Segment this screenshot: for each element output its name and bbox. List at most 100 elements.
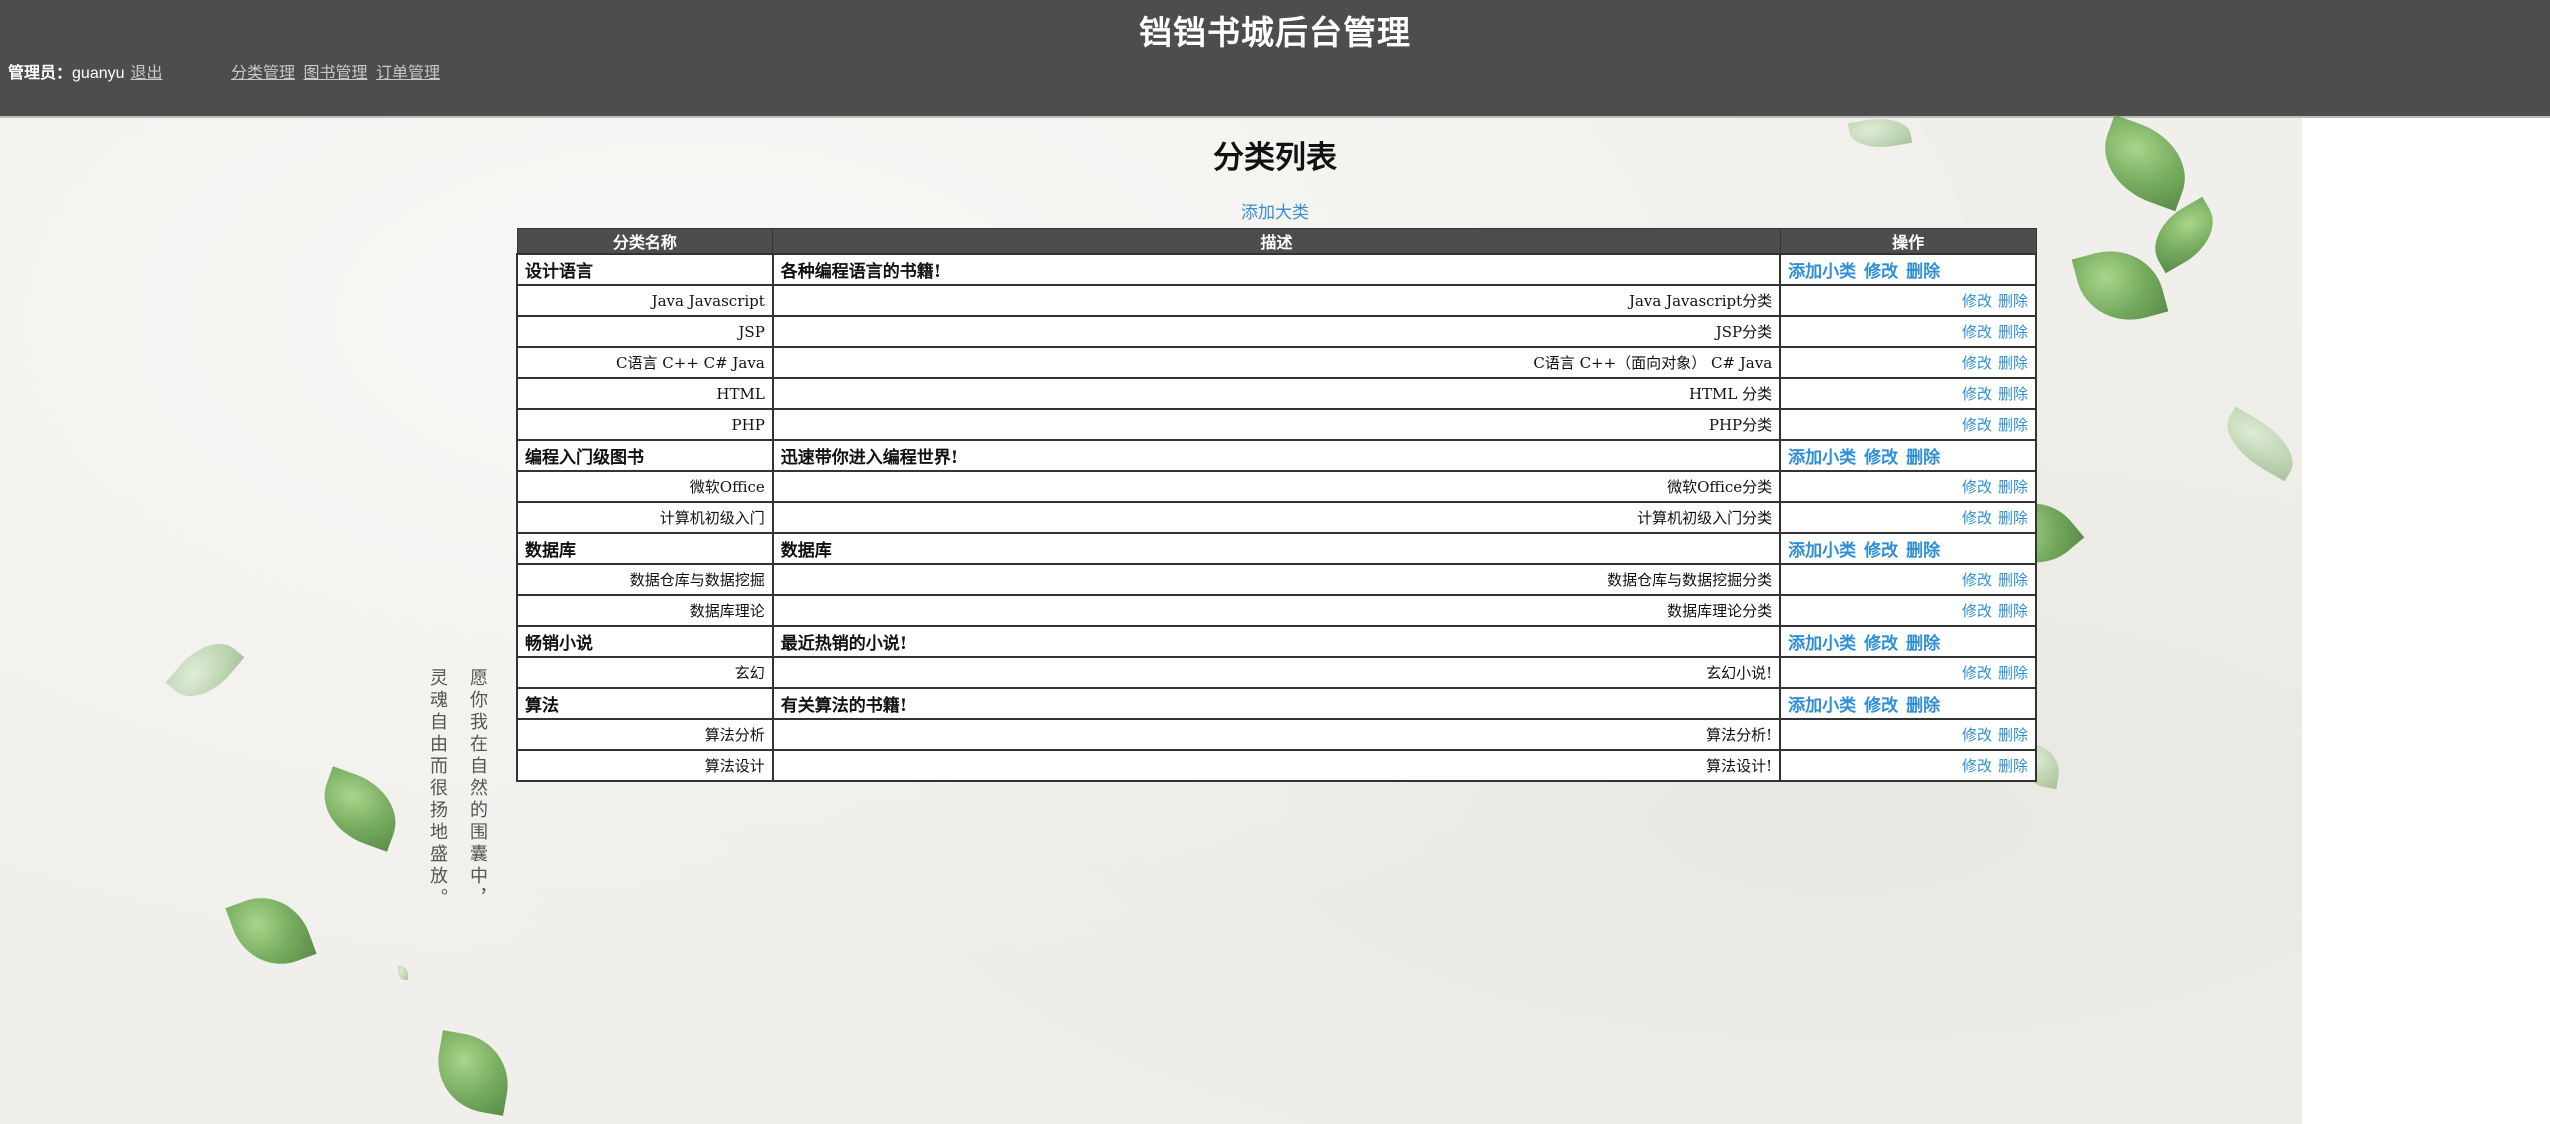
edit-link[interactable]: 修改: [1864, 541, 1898, 561]
admin-label: 管理员：: [8, 65, 73, 82]
delete-link[interactable]: 删除: [1906, 448, 1940, 468]
category-name-cell: 微软Office: [516, 470, 774, 503]
edit-link[interactable]: 修改: [1864, 262, 1898, 282]
poem-line-right: 愿你我在自然的围囊中，: [467, 668, 488, 910]
category-name-cell: 设计语言: [516, 253, 774, 286]
category-row-sub: 玄幻 玄幻小说! 修改 删除: [516, 656, 2037, 689]
delete-link[interactable]: 删除: [1998, 664, 2028, 682]
add-subcategory-link[interactable]: 添加小类: [1788, 696, 1856, 716]
category-row-sub: JSP JSP分类 修改 删除: [516, 315, 2037, 348]
delete-link[interactable]: 删除: [1906, 262, 1940, 282]
category-ops-cell: 添加小类 修改 删除: [1779, 439, 2037, 472]
add-subcategory-link[interactable]: 添加小类: [1788, 262, 1856, 282]
category-desc-cell: 微软Office分类: [771, 470, 1782, 503]
category-ops-cell: 修改 删除: [1779, 501, 2037, 534]
edit-link[interactable]: 修改: [1962, 354, 1992, 372]
add-subcategory-link[interactable]: 添加小类: [1788, 448, 1856, 468]
leaf-decoration: [398, 966, 408, 980]
leaf-decoration: [165, 629, 245, 711]
table-header-row: 分类名称 描述 操作: [516, 228, 2037, 255]
category-row-sub: 算法分析 算法分析! 修改 删除: [516, 718, 2037, 751]
category-desc-cell: 数据仓库与数据挖掘分类: [771, 563, 1782, 596]
category-desc-cell: C语言 C++（面向对象） C# Java: [771, 346, 1782, 379]
category-desc-cell: Java Javascript分类: [771, 284, 1782, 317]
delete-link[interactable]: 删除: [1998, 571, 2028, 589]
category-ops-cell: 修改 删除: [1779, 656, 2037, 689]
delete-link[interactable]: 删除: [1906, 634, 1940, 654]
category-row-main: 设计语言 各种编程语言的书籍! 添加小类 修改 删除: [516, 253, 2037, 286]
add-subcategory-link[interactable]: 添加小类: [1788, 541, 1856, 561]
edit-link[interactable]: 修改: [1962, 571, 1992, 589]
edit-link[interactable]: 修改: [1962, 757, 1992, 775]
delete-link[interactable]: 删除: [1906, 541, 1940, 561]
category-desc-cell: HTML 分类: [771, 377, 1782, 410]
delete-link[interactable]: 删除: [1998, 478, 2028, 496]
edit-link[interactable]: 修改: [1962, 726, 1992, 744]
admin-info: 管理员：guanyu 退出: [8, 59, 163, 83]
leaf-decoration: [2215, 406, 2305, 482]
category-ops-cell: 添加小类 修改 删除: [1779, 253, 2037, 286]
category-ops-cell: 修改 删除: [1779, 346, 2037, 379]
category-ops-cell: 修改 删除: [1779, 470, 2037, 503]
category-row-sub: 计算机初级入门 计算机初级入门分类 修改 删除: [516, 501, 2037, 534]
add-big-category-link[interactable]: 添加大类: [0, 198, 2550, 223]
edit-link[interactable]: 修改: [1962, 478, 1992, 496]
category-desc-cell: 计算机初级入门分类: [771, 501, 1782, 534]
delete-link[interactable]: 删除: [1998, 385, 2028, 403]
category-row-sub: 算法设计 算法设计! 修改 删除: [516, 749, 2037, 782]
category-row-sub: PHP PHP分类 修改 删除: [516, 408, 2037, 441]
category-name-cell: 数据仓库与数据挖掘: [516, 563, 774, 596]
nav-order-manage[interactable]: 订单管理: [376, 65, 440, 82]
edit-link[interactable]: 修改: [1962, 664, 1992, 682]
category-row-main: 编程入门级图书 迅速带你进入编程世界! 添加小类 修改 删除: [516, 439, 2037, 472]
delete-link[interactable]: 删除: [1998, 509, 2028, 527]
category-ops-cell: 修改 删除: [1779, 315, 2037, 348]
delete-link[interactable]: 删除: [1998, 757, 2028, 775]
nav-book-manage[interactable]: 图书管理: [303, 65, 367, 82]
delete-link[interactable]: 删除: [1998, 292, 2028, 310]
edit-link[interactable]: 修改: [1962, 292, 1992, 310]
category-row-sub: HTML HTML 分类 修改 删除: [516, 377, 2037, 410]
edit-link[interactable]: 修改: [1962, 416, 1992, 434]
edit-link[interactable]: 修改: [1864, 696, 1898, 716]
logout-link[interactable]: 退出: [131, 65, 163, 82]
category-desc-cell: PHP分类: [771, 408, 1782, 441]
edit-link[interactable]: 修改: [1864, 634, 1898, 654]
category-ops-cell: 修改 删除: [1779, 408, 2037, 441]
edit-link[interactable]: 修改: [1962, 602, 1992, 620]
delete-link[interactable]: 删除: [1998, 323, 2028, 341]
leaf-decoration: [430, 1030, 516, 1116]
edit-link[interactable]: 修改: [1962, 385, 1992, 403]
category-ops-cell: 修改 删除: [1779, 284, 2037, 317]
category-ops-cell: 修改 删除: [1779, 563, 2037, 596]
category-row-sub: 数据仓库与数据挖掘 数据仓库与数据挖掘分类 修改 删除: [516, 563, 2037, 596]
edit-link[interactable]: 修改: [1962, 509, 1992, 527]
category-name-cell: 编程入门级图书: [516, 439, 774, 472]
delete-link[interactable]: 删除: [1906, 696, 1940, 716]
category-row-sub: Java Javascript Java Javascript分类 修改 删除: [516, 284, 2037, 317]
edit-link[interactable]: 修改: [1864, 448, 1898, 468]
nav-category-manage[interactable]: 分类管理: [231, 65, 295, 82]
category-name-cell: 算法分析: [516, 718, 774, 751]
category-name-cell: 数据库理论: [516, 594, 774, 627]
delete-link[interactable]: 删除: [1998, 726, 2028, 744]
add-subcategory-link[interactable]: 添加小类: [1788, 634, 1856, 654]
delete-link[interactable]: 删除: [1998, 354, 2028, 372]
category-ops-cell: 修改 删除: [1779, 749, 2037, 782]
category-desc-cell: JSP分类: [771, 315, 1782, 348]
category-ops-cell: 修改 删除: [1779, 377, 2037, 410]
category-ops-cell: 添加小类 修改 删除: [1779, 532, 2037, 565]
edit-link[interactable]: 修改: [1962, 323, 1992, 341]
leaf-decoration: [2071, 238, 2169, 333]
delete-link[interactable]: 删除: [1998, 602, 2028, 620]
category-desc-cell: 最近热销的小说!: [771, 625, 1782, 658]
delete-link[interactable]: 删除: [1998, 416, 2028, 434]
category-desc-cell: 数据库理论分类: [771, 594, 1782, 627]
site-title: 铛铛书城后台管理: [1139, 13, 1411, 52]
category-row-main: 数据库 数据库 添加小类 修改 删除: [516, 532, 2037, 565]
admin-name: guanyu: [72, 65, 125, 82]
category-row-sub: 数据库理论 数据库理论分类 修改 删除: [516, 594, 2037, 627]
category-desc-cell: 算法分析!: [771, 718, 1782, 751]
category-name-cell: PHP: [516, 408, 774, 441]
header-operations: 操作: [1779, 228, 2037, 255]
